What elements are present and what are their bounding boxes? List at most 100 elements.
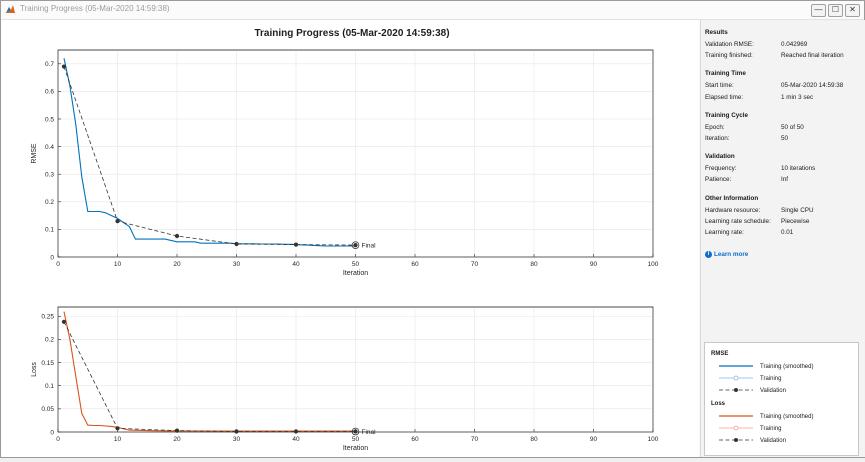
validation-point [174, 233, 180, 239]
training-cycle-header: Training Cycle [705, 111, 749, 119]
x-tick-label: 90 [590, 436, 598, 443]
info-row: Iteration: 50 [705, 134, 789, 142]
x-tick-label: 80 [530, 436, 538, 443]
x-tick-label: 60 [411, 261, 419, 268]
legend-marker [733, 425, 739, 431]
x-tick-label: 40 [292, 261, 300, 268]
info-row: Frequency: 10 iterations [705, 165, 816, 173]
legend-item-label: Training (smoothed) [760, 364, 813, 370]
x-tick-label: 30 [233, 261, 241, 268]
loss-axes: 0 10 20 30 40 50 60 70 80 90 100 0 0.05 0.1 0.15 0.2 0.2… [31, 306, 659, 452]
y-tick-label: 0.6 [45, 89, 54, 96]
x-tick-label: 20 [173, 261, 181, 268]
info-content: Results Validation RMSE: 0.042969 Trainin… [705, 29, 863, 259]
legend-marker [734, 438, 738, 442]
legend: RMSE Training (smoothed) Training Validatio… [711, 351, 813, 444]
x-tick-label: 60 [411, 436, 419, 443]
x-tick-label: 10 [114, 436, 122, 443]
final-marker-dot [353, 429, 358, 434]
legend-item-label: Training [760, 426, 781, 432]
legend-item-label: Training [760, 376, 781, 382]
x-tick-label: 0 [56, 261, 60, 268]
y-tick-label: 0.2 [45, 199, 54, 206]
y-tick-label: 0 [50, 254, 54, 261]
y-tick-label: 0.4 [45, 144, 54, 151]
y-tick-label: 0.7 [45, 61, 54, 68]
results-header: Results [705, 29, 728, 36]
training-progress-window: Training Progress (05-Mar-2020 14:59:38)… [0, 0, 865, 458]
y-tick-label: 0.3 [45, 172, 54, 179]
maximize-button[interactable]: ☐ [828, 4, 843, 17]
rmse-axes: 0 10 20 30 40 50 60 70 80 90 100 0 0.1 0.2 0.3 0.4 0.5 0.… [31, 49, 659, 277]
y-tick-label: 0.05 [41, 406, 54, 413]
legend-marker [733, 375, 739, 381]
x-tick-label: 20 [173, 436, 181, 443]
x-tick-label: 100 [648, 261, 659, 268]
matlab-icon [6, 5, 15, 13]
plot-title: Training Progress (05-Mar-2020 14:59:38) [254, 28, 449, 39]
final-label: Final [362, 243, 377, 250]
plot-area: Training Progress (05-Mar-2020 14:59:38)… [2, 20, 699, 457]
x-tick-label: 70 [471, 436, 479, 443]
legend-panel: RMSE Training (smoothed) Training Validatio… [704, 342, 859, 456]
final-marker-dot [353, 243, 358, 247]
validation-point [293, 429, 299, 434]
x-tick-label: 90 [590, 261, 598, 268]
training-plots: Training Progress (05-Mar-2020 14:59:38)… [31, 28, 659, 452]
info-row: Learning rate schedule: Piecewise [705, 217, 810, 225]
x-tick-label: 50 [352, 261, 360, 268]
validation-point [61, 319, 67, 324]
legend-marker [734, 388, 738, 392]
legend-item-label: Validation [760, 438, 786, 444]
x-tick-label: 40 [292, 436, 300, 443]
y-tick-label: 0.1 [45, 227, 54, 234]
title-bar: Training Progress (05-Mar-2020 14:59:38)… [1, 1, 864, 20]
info-row: Patience: Inf [705, 176, 789, 184]
learn-more-label: Learn more [714, 251, 749, 259]
x-tick-label: 10 [114, 261, 122, 268]
legend-item-label: Training (smoothed) [760, 414, 813, 420]
x-tick-label: 30 [233, 436, 241, 443]
legend-item-label: Validation [760, 388, 786, 394]
validation-header: Validation [705, 153, 735, 161]
legend-section-title: RMSE [711, 351, 728, 357]
y-tick-label: 0.5 [45, 116, 54, 123]
info-row: Training finished: Reached final iteratio… [705, 52, 844, 60]
validation-point [234, 429, 239, 434]
window-title: Training Progress (05-Mar-2020 14:59:38) [20, 4, 170, 13]
training-time-header: Training Time [705, 70, 746, 78]
info-row: Elapsed time: 1 min 3 sec [705, 93, 814, 101]
x-axis-label: Iteration [343, 270, 368, 277]
info-row: Start time: 05-Mar-2020 14:59:38 [705, 82, 844, 90]
y-axis-label: RMSE [31, 143, 38, 164]
info-icon: i [705, 251, 712, 259]
info-row: Hardware resource: Single CPU [705, 206, 814, 214]
info-row: Learning rate: 0.01 [705, 228, 794, 236]
validation-point [61, 64, 67, 69]
learn-more-link[interactable]: i Learn more [705, 251, 863, 259]
x-tick-label: 50 [352, 436, 360, 443]
x-tick-label: 80 [530, 261, 538, 268]
x-tick-label: 100 [648, 436, 659, 443]
other-information-header: Other Information [705, 194, 759, 202]
x-axis-label: Iteration [343, 445, 368, 452]
legend-section-title: Loss [711, 401, 726, 407]
validation-point [293, 242, 299, 247]
final-label: Final [362, 429, 377, 436]
x-tick-label: 70 [471, 261, 479, 268]
validation-point [174, 428, 180, 433]
info-row: Validation RMSE: 0.042969 [705, 41, 808, 48]
y-tick-label: 0.25 [41, 314, 54, 321]
x-tick-label: 0 [56, 436, 60, 443]
y-axis-label: Loss [31, 362, 38, 377]
minimize-button[interactable]: — [811, 4, 826, 17]
close-button[interactable]: ✕ [845, 4, 860, 17]
y-tick-label: 0 [50, 429, 54, 436]
y-tick-label: 0.15 [41, 360, 54, 367]
validation-point [234, 241, 239, 247]
validation-point [115, 219, 120, 224]
validation-point [115, 426, 120, 431]
y-tick-label: 0.1 [45, 383, 54, 390]
info-row: Epoch: 50 of 50 [705, 123, 804, 131]
y-tick-label: 0.2 [45, 337, 54, 344]
